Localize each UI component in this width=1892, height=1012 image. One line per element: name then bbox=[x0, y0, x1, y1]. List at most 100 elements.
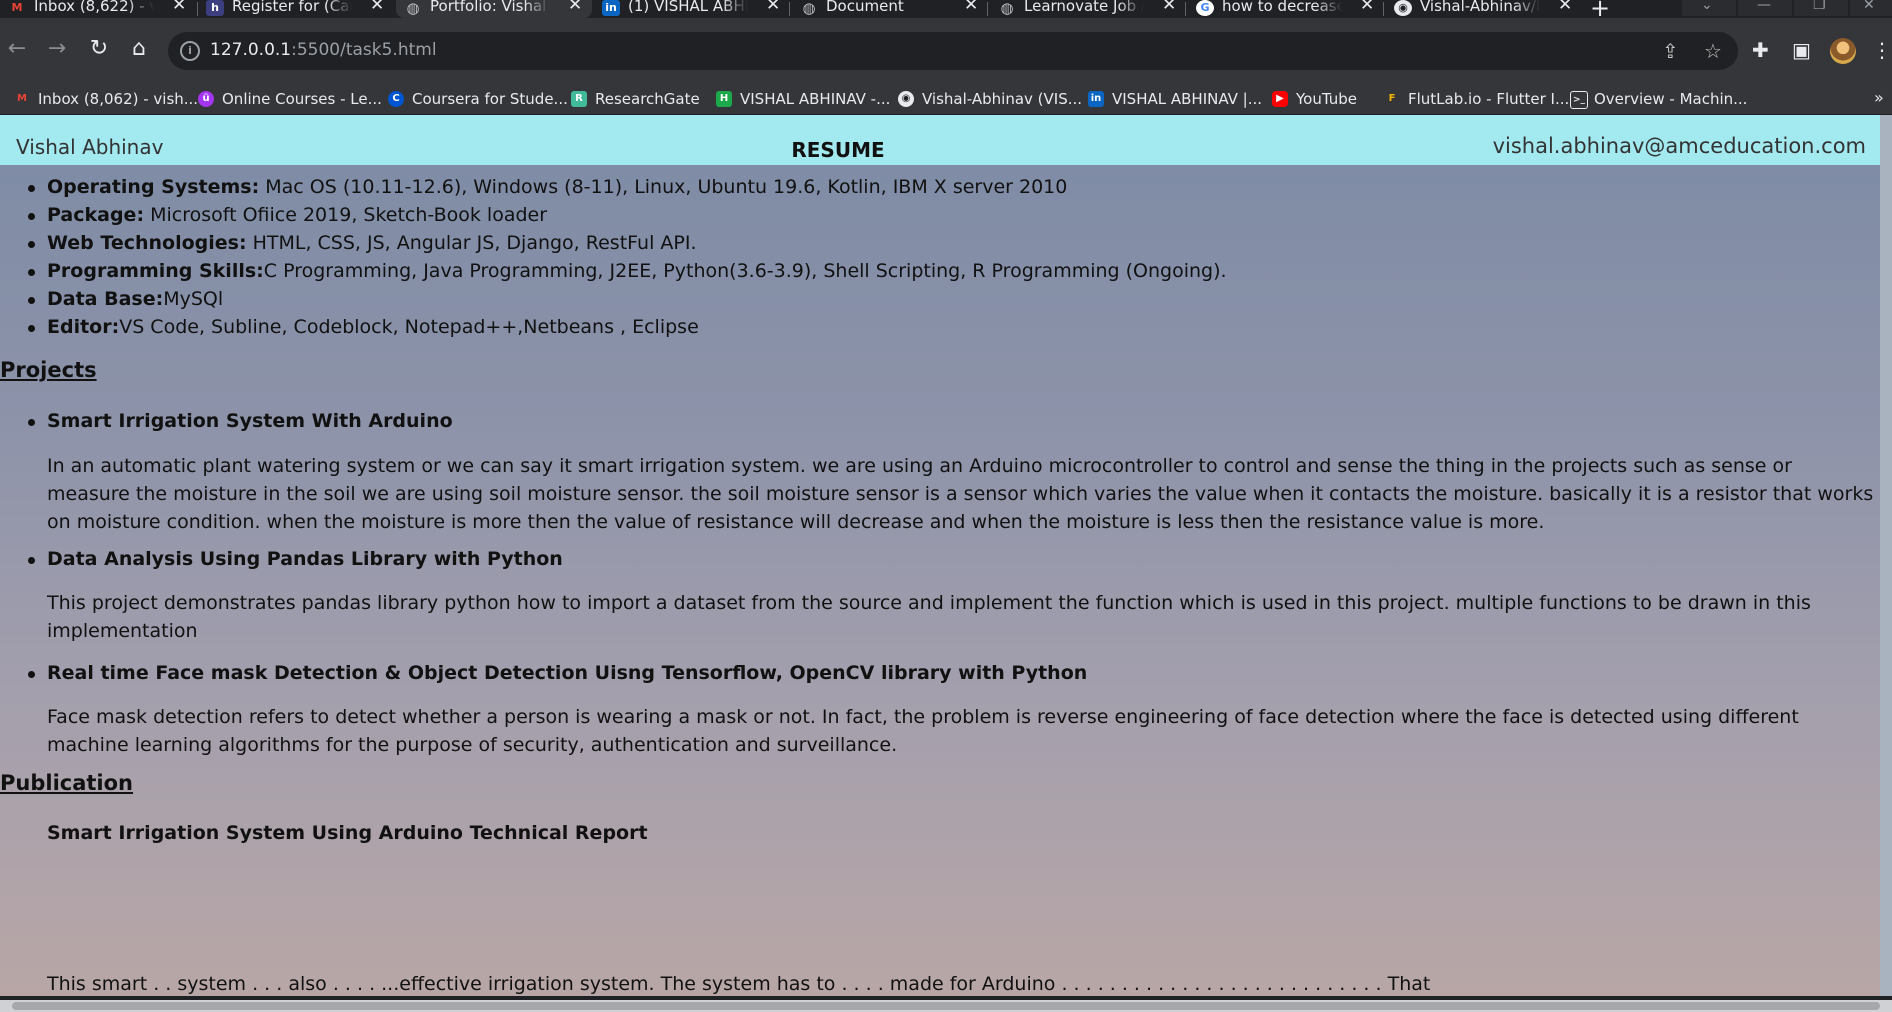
tab-title: Register for (Camp bbox=[232, 0, 352, 14]
tab-title: how to decrease bbox=[1222, 0, 1342, 14]
github-icon: ◉ bbox=[1394, 0, 1412, 16]
close-icon[interactable]: ✕ bbox=[1162, 0, 1176, 14]
site-info-icon[interactable]: i bbox=[180, 41, 200, 61]
browser-toolbar: ← → ↻ ⌂ i 127.0.0.1:5500/task5.html ⇪ ☆ … bbox=[0, 18, 1892, 84]
tab-title: (1) VISHAL ABHIN bbox=[628, 0, 748, 14]
bookmark-label: ResearchGate bbox=[595, 90, 700, 108]
bookmark-label: Coursera for Stude... bbox=[412, 90, 568, 108]
page-viewport: Vishal Abhinav RESUME vishal.abhinav@amc… bbox=[0, 115, 1892, 996]
maximize-icon: ❐ bbox=[1813, 0, 1826, 13]
globe-icon: ◍ bbox=[1000, 0, 1014, 17]
kebab-menu-icon[interactable]: ⋮ bbox=[1872, 38, 1892, 62]
email-link[interactable]: vishal.abhinav@amceducation.com bbox=[1493, 134, 1866, 158]
tab-document[interactable]: ◍ Document ✕ bbox=[792, 0, 988, 18]
star-icon[interactable]: ☆ bbox=[1704, 39, 1722, 63]
home-icon[interactable]: ⌂ bbox=[124, 34, 154, 64]
projects-heading: Projects bbox=[0, 358, 97, 382]
new-tab-plus-icon[interactable]: + bbox=[1590, 0, 1610, 18]
maximize-button[interactable]: ❐ bbox=[1794, 0, 1848, 16]
tab-divider bbox=[1185, 2, 1186, 16]
site-header: Vishal Abhinav RESUME vishal.abhinav@amc… bbox=[0, 115, 1880, 165]
flutlab-icon: F bbox=[1388, 93, 1396, 104]
google-icon: G bbox=[1196, 0, 1214, 16]
researchgate-icon: R bbox=[571, 91, 587, 107]
project-description: In an automatic plant watering system or… bbox=[47, 455, 1874, 533]
hackerrank-icon: H bbox=[716, 91, 732, 107]
bookmark-label: Overview - Machin... bbox=[1594, 90, 1748, 108]
back-arrow-icon[interactable]: ← bbox=[2, 34, 32, 64]
list-item: Data Base:MySQl bbox=[0, 285, 1227, 313]
close-icon[interactable]: ✕ bbox=[964, 0, 978, 14]
tab-strip: M Inbox (8,622) - vis ✕ h Register for (… bbox=[0, 0, 1892, 18]
youtube-icon: ▶ bbox=[1272, 91, 1288, 107]
bookmark-label: VISHAL ABHINAV -... bbox=[740, 90, 891, 108]
bookmark-label: Online Courses - Le... bbox=[222, 90, 382, 108]
tab-linkedin[interactable]: in (1) VISHAL ABHIN ✕ bbox=[594, 0, 790, 18]
coursera-icon: C bbox=[388, 91, 404, 107]
horizontal-scrollbar[interactable] bbox=[0, 1000, 1892, 1012]
tab-title: Portfolio: Vishal A bbox=[430, 0, 550, 14]
close-icon[interactable]: ✕ bbox=[172, 0, 186, 14]
list-item: Editor:VS Code, Subline, Codeblock, Note… bbox=[0, 313, 1227, 341]
scrollbar-thumb[interactable] bbox=[12, 1002, 1880, 1010]
bookmark-label: VISHAL ABHINAV |... bbox=[1112, 90, 1263, 108]
project-title: Smart Irrigation System With Arduino bbox=[0, 407, 453, 435]
chevron-right-icon[interactable]: » bbox=[1874, 88, 1884, 107]
linkedin-icon: in bbox=[602, 0, 620, 16]
list-item: Web Technologies: HTML, CSS, JS, Angular… bbox=[0, 229, 1227, 257]
bookmark-label: Inbox (8,062) - vish... bbox=[38, 90, 199, 108]
terminal-icon: >_ bbox=[1570, 91, 1588, 109]
gmail-icon: M bbox=[17, 93, 27, 104]
page-title: RESUME bbox=[791, 138, 885, 162]
udemy-icon: ü bbox=[198, 91, 214, 107]
url-text[interactable]: 127.0.0.1:5500/task5.html bbox=[210, 40, 437, 60]
address-bar[interactable]: i 127.0.0.1:5500/task5.html ⇪ ☆ bbox=[168, 32, 1738, 70]
tab-portfolio[interactable]: ◍ Portfolio: Vishal A ✕ bbox=[396, 0, 592, 18]
list-item: Programming Skills:C Programming, Java P… bbox=[0, 257, 1227, 285]
list-item: Package: Microsoft Ofiice 2019, Sketch-B… bbox=[0, 201, 1227, 229]
tab-title: Learnovate Job A bbox=[1024, 0, 1144, 14]
tab-github[interactable]: ◉ Vishal-Abhinav/L ✕ bbox=[1386, 0, 1582, 18]
tab-google-search[interactable]: G how to decrease ✕ bbox=[1188, 0, 1384, 18]
close-icon[interactable]: ✕ bbox=[370, 0, 384, 14]
globe-icon: ◍ bbox=[406, 0, 420, 17]
profile-avatar[interactable] bbox=[1830, 38, 1856, 64]
minimize-icon: — bbox=[1757, 0, 1771, 13]
chevron-down-icon: ⌄ bbox=[1701, 0, 1713, 13]
vertical-scrollbar[interactable] bbox=[1880, 115, 1892, 996]
close-icon[interactable]: ✕ bbox=[568, 0, 582, 14]
forward-arrow-icon[interactable]: → bbox=[42, 34, 72, 64]
project-title: Data Analysis Using Pandas Library with … bbox=[0, 545, 563, 573]
list-item: Operating Systems: Mac OS (10.11-12.6), … bbox=[0, 173, 1227, 201]
close-icon: ✕ bbox=[1863, 0, 1875, 13]
h-icon: h bbox=[206, 0, 224, 16]
side-panel-icon[interactable]: ▣ bbox=[1792, 38, 1811, 62]
gmail-icon: M bbox=[11, 1, 23, 14]
bookmark-label: FlutLab.io - Flutter I... bbox=[1408, 90, 1570, 108]
bookmarks-bar: M Inbox (8,062) - vish... ü Online Cours… bbox=[0, 84, 1892, 115]
tab-title: Vishal-Abhinav/L bbox=[1420, 0, 1540, 14]
tab-gmail[interactable]: M Inbox (8,622) - vis ✕ bbox=[0, 0, 196, 18]
publication-heading: Publication bbox=[0, 771, 134, 795]
publication-title: Smart Irrigation System Using Arduino Te… bbox=[47, 822, 648, 844]
tab-search-button[interactable]: ⌄ bbox=[1682, 0, 1736, 16]
minimize-button[interactable]: — bbox=[1738, 0, 1792, 16]
tab-title: Document bbox=[826, 0, 946, 14]
publication-text-partial: This smart . . system . . . also . . . .… bbox=[47, 973, 1431, 995]
linkedin-icon: in bbox=[1088, 91, 1104, 107]
project-description: This project demonstrates pandas library… bbox=[47, 592, 1811, 642]
close-window-button[interactable]: ✕ bbox=[1850, 0, 1892, 16]
close-icon[interactable]: ✕ bbox=[766, 0, 780, 14]
close-icon[interactable]: ✕ bbox=[1558, 0, 1572, 14]
tab-register[interactable]: h Register for (Camp ✕ bbox=[198, 0, 394, 18]
share-icon[interactable]: ⇪ bbox=[1662, 39, 1679, 63]
bookmark-label: Vishal-Abhinav (VIS... bbox=[922, 90, 1083, 108]
tab-divider bbox=[987, 2, 988, 16]
project-description: Face mask detection refers to detect whe… bbox=[47, 706, 1799, 756]
project-title: Real time Face mask Detection & Object D… bbox=[0, 659, 1087, 687]
reload-icon[interactable]: ↻ bbox=[84, 34, 114, 64]
globe-icon: ◍ bbox=[802, 0, 816, 17]
extensions-puzzle-icon[interactable]: ✚ bbox=[1752, 38, 1769, 62]
tab-learnovate[interactable]: ◍ Learnovate Job A ✕ bbox=[990, 0, 1186, 18]
close-icon[interactable]: ✕ bbox=[1360, 0, 1374, 14]
